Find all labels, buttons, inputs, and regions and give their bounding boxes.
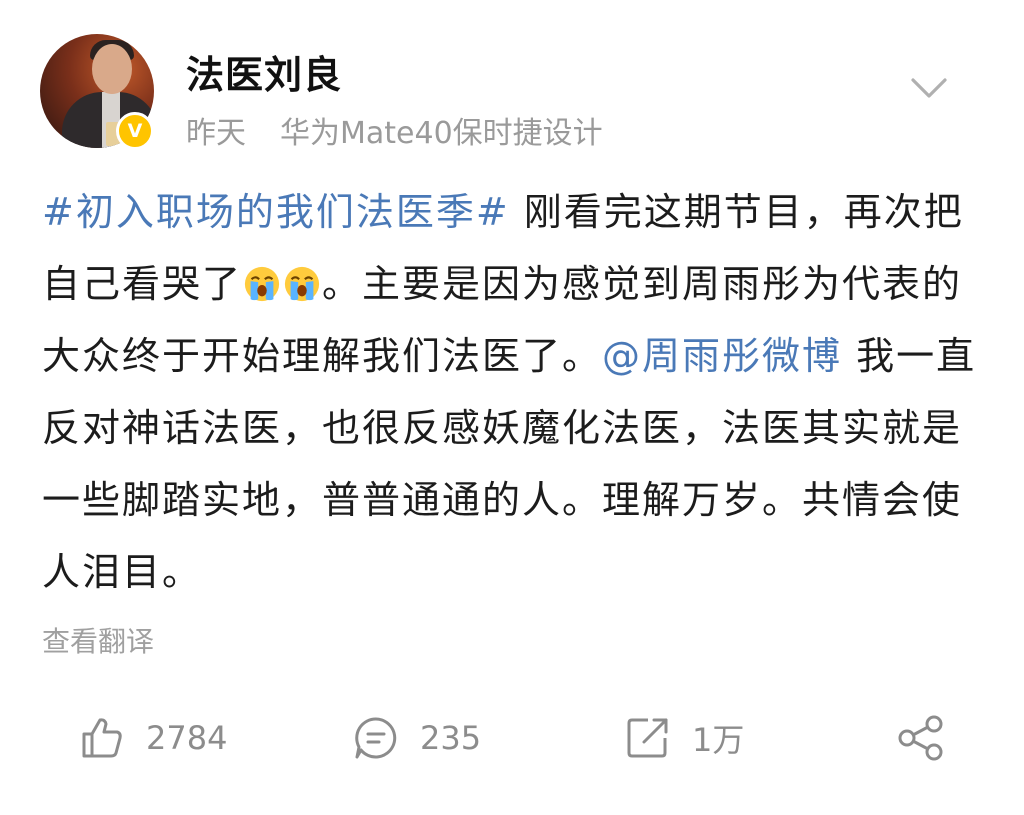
- post-time: 昨天: [186, 116, 246, 151]
- avatar-head: [92, 44, 132, 94]
- chevron-down-icon: [911, 78, 947, 98]
- share-button[interactable]: [896, 708, 946, 768]
- repost-button[interactable]: 1万: [624, 708, 744, 768]
- comment-icon: [355, 717, 397, 759]
- view-translation-link[interactable]: 查看翻译: [42, 620, 154, 660]
- author-name[interactable]: 法医刘良: [186, 44, 342, 99]
- more-options-button[interactable]: [910, 72, 948, 102]
- thumbs-up-icon: [82, 718, 122, 758]
- crying-face-icon: [284, 266, 320, 302]
- comment-count: 235: [420, 719, 482, 757]
- crying-face-icon: [244, 266, 280, 302]
- comment-button[interactable]: 235: [352, 708, 481, 768]
- verified-badge: V: [116, 112, 154, 150]
- post-device: 华为Mate40保时捷设计: [280, 116, 603, 151]
- share-icon: [898, 715, 943, 761]
- mention-link[interactable]: @周雨彤微博: [602, 334, 842, 378]
- like-button[interactable]: 2784: [78, 708, 227, 768]
- post-meta: 昨天 华为Mate40保时捷设计: [186, 108, 603, 152]
- repost-count: 1万: [692, 721, 745, 759]
- hashtag-link[interactable]: #初入职场的我们法医季#: [42, 190, 510, 234]
- repost-icon: [627, 718, 668, 758]
- post-content: #初入职场的我们法医季# 刚看完这期节目，再次把自己看哭了 。主要是因为感觉到周…: [42, 176, 992, 608]
- like-count: 2784: [146, 719, 228, 757]
